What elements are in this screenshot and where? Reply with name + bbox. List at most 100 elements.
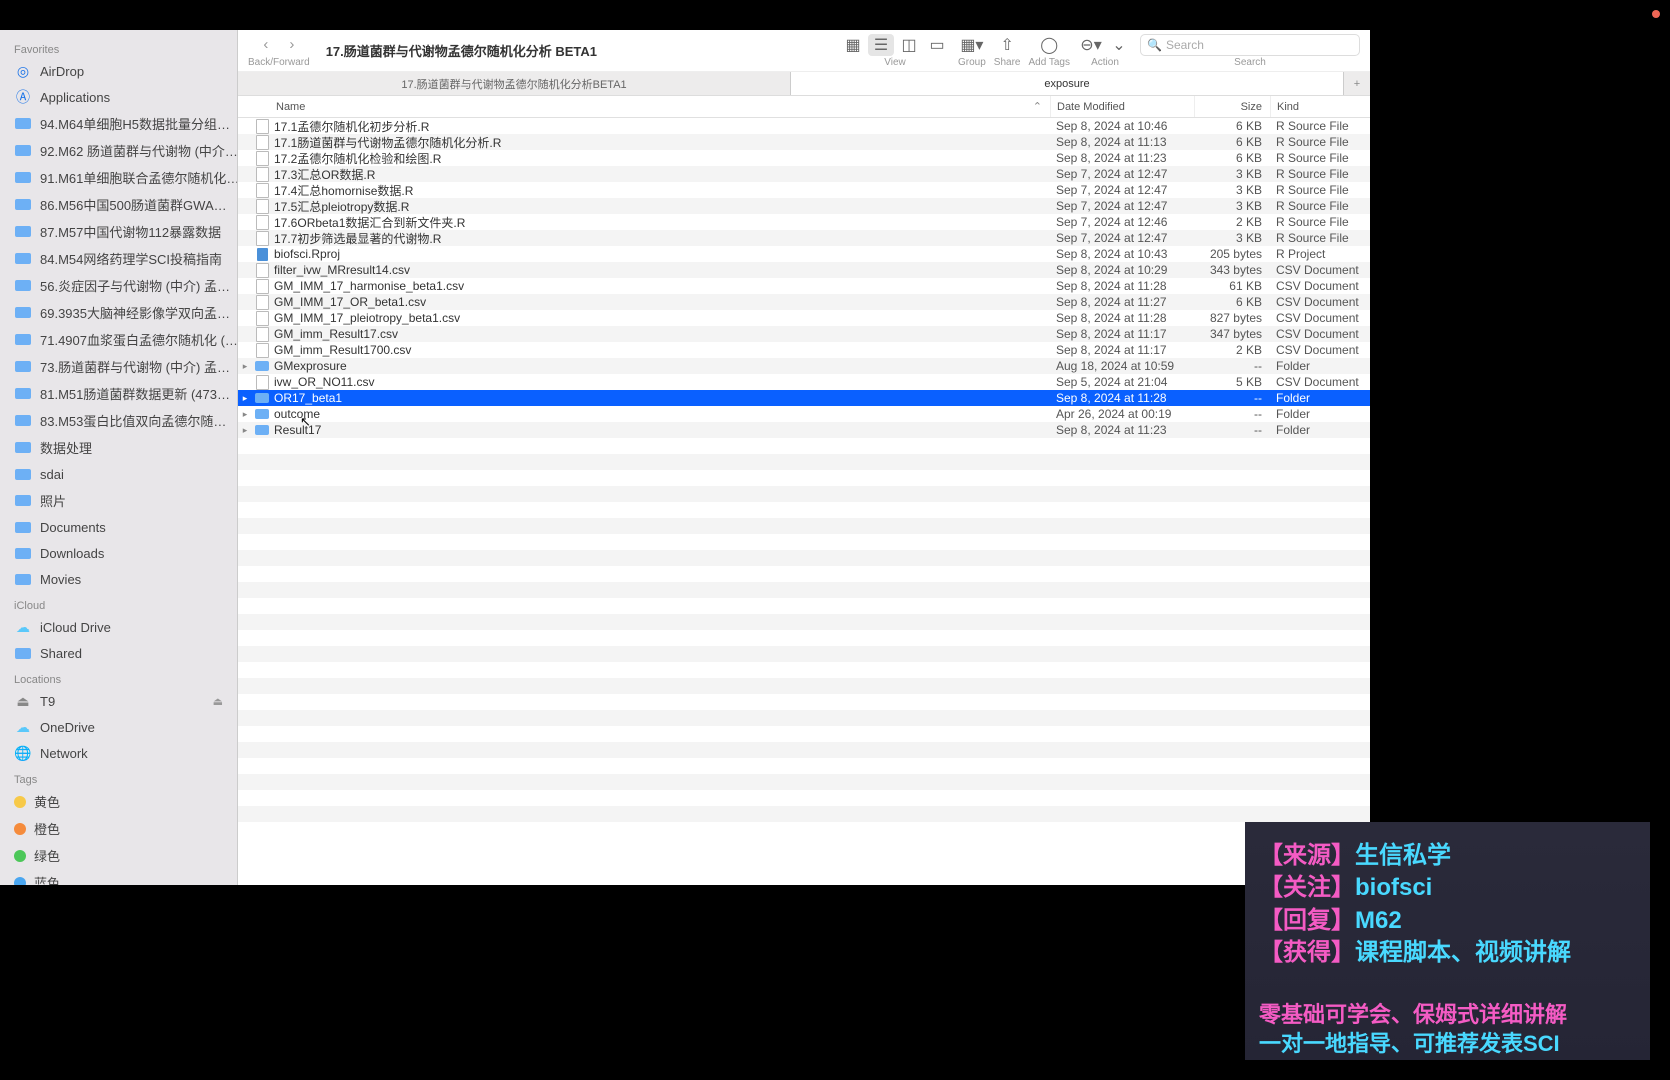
view-gallery-icon[interactable]: ▭ <box>924 34 950 56</box>
sidebar-item-label: 91.M61单细胞联合孟德尔随机化… <box>40 168 237 187</box>
file-kind: CSV Document <box>1270 263 1370 277</box>
file-row[interactable]: filter_ivw_MRresult14.csvSep 8, 2024 at … <box>238 262 1370 278</box>
folder-icon <box>14 412 32 430</box>
group-menu[interactable]: ▦▾ Group <box>958 34 986 68</box>
column-kind[interactable]: Kind <box>1270 96 1370 117</box>
column-name[interactable]: Name ⌃ <box>238 96 1050 117</box>
action-menu[interactable]: ⊖▾⌄ Action <box>1078 34 1132 68</box>
document-icon <box>254 295 270 309</box>
sidebar-item[interactable]: ☁iCloud Drive <box>0 614 237 640</box>
file-row[interactable]: 17.6ORbeta1数据汇合到新文件夹.RSep 7, 2024 at 12:… <box>238 214 1370 230</box>
sidebar-item[interactable]: 91.M61单细胞联合孟德尔随机化… <box>0 164 237 191</box>
file-row[interactable]: GM_IMM_17_harmonise_beta1.csvSep 8, 2024… <box>238 278 1370 294</box>
sidebar-item[interactable]: 🌐Network <box>0 740 237 766</box>
file-date: Aug 18, 2024 at 10:59 <box>1050 359 1194 373</box>
sidebar-item[interactable]: Documents <box>0 514 237 540</box>
sidebar-item[interactable]: 照片 <box>0 487 237 514</box>
sidebar-item[interactable]: 86.M56中国500肠道菌群GWA… <box>0 191 237 218</box>
file-row[interactable]: 17.5汇总pleiotropy数据.RSep 7, 2024 at 12:47… <box>238 198 1370 214</box>
file-kind: CSV Document <box>1270 311 1370 325</box>
file-row[interactable]: biofsci.RprojSep 8, 2024 at 10:43205 byt… <box>238 246 1370 262</box>
sidebar-item[interactable]: 94.M64单细胞H5数据批量分组… <box>0 110 237 137</box>
sidebar-item[interactable]: ☁OneDrive <box>0 714 237 740</box>
sidebar-item[interactable]: 数据处理 <box>0 434 237 461</box>
sidebar-tag[interactable]: 橙色 <box>0 815 237 842</box>
tab-left[interactable]: 17.肠道菌群与代谢物孟德尔随机化分析BETA1 <box>238 72 791 95</box>
view-list-icon[interactable]: ☰ <box>868 34 894 56</box>
file-size: -- <box>1194 359 1270 373</box>
sidebar-tag[interactable]: 黄色 <box>0 788 237 815</box>
sidebar-item[interactable]: 81.M51肠道菌群数据更新 (473… <box>0 380 237 407</box>
share-button[interactable]: ⇧ Share <box>994 34 1021 68</box>
file-row[interactable]: 17.7初步筛选最显著的代谢物.RSep 7, 2024 at 12:473 K… <box>238 230 1370 246</box>
folder-icon <box>254 391 270 405</box>
column-header: Name ⌃ Date Modified Size Kind <box>238 96 1370 118</box>
file-size: 347 bytes <box>1194 327 1270 341</box>
back-button[interactable]: ‹ <box>255 34 277 56</box>
sidebar-item[interactable]: ◎AirDrop <box>0 58 237 84</box>
empty-row <box>238 742 1370 758</box>
file-row[interactable]: 17.1孟德尔随机化初步分析.RSep 8, 2024 at 10:466 KB… <box>238 118 1370 134</box>
sidebar-item[interactable]: ⏏T9⏏ <box>0 688 237 714</box>
search-input[interactable]: 🔍 Search <box>1140 34 1360 56</box>
file-row[interactable]: GM_IMM_17_OR_beta1.csvSep 8, 2024 at 11:… <box>238 294 1370 310</box>
sidebar-item[interactable]: sdai <box>0 461 237 487</box>
empty-row <box>238 486 1370 502</box>
disclosure-icon[interactable]: ▸ <box>238 393 252 404</box>
sidebar-item[interactable]: ⒶApplications <box>0 84 237 110</box>
file-row[interactable]: ▸outcomeApr 26, 2024 at 00:19--Folder <box>238 406 1370 422</box>
sidebar-item-label: 84.M54网络药理学SCI投稿指南 <box>40 249 222 268</box>
folder-icon <box>14 115 32 133</box>
tab-right[interactable]: exposure <box>791 72 1344 95</box>
file-row[interactable]: 17.1肠道菌群与代谢物孟德尔随机化分析.RSep 8, 2024 at 11:… <box>238 134 1370 150</box>
sidebar-tag[interactable]: 绿色 <box>0 842 237 869</box>
forward-button[interactable]: › <box>281 34 303 56</box>
file-date: Sep 8, 2024 at 10:43 <box>1050 247 1194 261</box>
sidebar-item[interactable]: 56.炎症因子与代谢物 (中介) 孟… <box>0 272 237 299</box>
column-date[interactable]: Date Modified <box>1050 96 1194 117</box>
sidebar-heading-favorites: Favorites <box>0 36 237 58</box>
file-kind: R Source File <box>1270 231 1370 245</box>
view-icon-grid-icon[interactable]: ▦ <box>840 34 866 56</box>
sidebar-item[interactable]: 71.4907血浆蛋白孟德尔随机化 (… <box>0 326 237 353</box>
column-size[interactable]: Size <box>1194 96 1270 117</box>
file-row[interactable]: GM_IMM_17_pleiotropy_beta1.csvSep 8, 202… <box>238 310 1370 326</box>
eject-icon[interactable]: ⏏ <box>213 695 223 708</box>
sidebar-item[interactable]: Shared <box>0 640 237 666</box>
addtags-button[interactable]: ◯ Add Tags <box>1028 34 1070 68</box>
sidebar-item[interactable]: 92.M62 肠道菌群与代谢物 (中介… <box>0 137 237 164</box>
folder-icon <box>14 277 32 295</box>
file-row[interactable]: ▸GMexprosureAug 18, 2024 at 10:59--Folde… <box>238 358 1370 374</box>
disclosure-icon[interactable]: ▸ <box>238 361 252 372</box>
view-columns-icon[interactable]: ◫ <box>896 34 922 56</box>
file-row[interactable]: 17.4汇总homornise数据.RSep 7, 2024 at 12:473… <box>238 182 1370 198</box>
disclosure-icon[interactable]: ▸ <box>238 409 252 420</box>
sidebar-item[interactable]: 87.M57中国代谢物112暴露数据 <box>0 218 237 245</box>
file-date: Sep 8, 2024 at 11:28 <box>1050 391 1194 405</box>
sidebar-item[interactable]: 69.3935大脑神经影像学双向孟… <box>0 299 237 326</box>
empty-row <box>238 758 1370 774</box>
file-row[interactable]: GM_imm_Result17.csvSep 8, 2024 at 11:173… <box>238 326 1370 342</box>
file-row[interactable]: ivw_OR_NO11.csvSep 5, 2024 at 21:045 KBC… <box>238 374 1370 390</box>
sidebar-item[interactable]: 73.肠道菌群与代谢物 (中介) 孟… <box>0 353 237 380</box>
file-row[interactable]: ▸OR17_beta1Sep 8, 2024 at 11:28--Folder <box>238 390 1370 406</box>
folder-icon <box>14 570 32 588</box>
sidebar-item[interactable]: Movies <box>0 566 237 592</box>
sidebar-item-label: 绿色 <box>34 846 60 865</box>
sidebar-tag[interactable]: 蓝色 <box>0 869 237 885</box>
file-size: -- <box>1194 391 1270 405</box>
file-row[interactable]: 17.2孟德尔随机化检验和绘图.RSep 8, 2024 at 11:236 K… <box>238 150 1370 166</box>
file-row[interactable]: ▸Result17Sep 8, 2024 at 11:23--Folder <box>238 422 1370 438</box>
sidebar-item-label: 81.M51肠道菌群数据更新 (473… <box>40 384 230 403</box>
file-name: 17.5汇总pleiotropy数据.R <box>274 198 1050 215</box>
disclosure-icon[interactable]: ▸ <box>238 425 252 436</box>
file-date: Sep 7, 2024 at 12:47 <box>1050 231 1194 245</box>
file-row[interactable]: GM_imm_Result1700.csvSep 8, 2024 at 11:1… <box>238 342 1370 358</box>
sidebar-item[interactable]: 83.M53蛋白比值双向孟德尔随… <box>0 407 237 434</box>
add-tab-button[interactable]: + <box>1344 72 1370 95</box>
file-row[interactable]: 17.3汇总OR数据.RSep 7, 2024 at 12:473 KBR So… <box>238 166 1370 182</box>
file-kind: R Source File <box>1270 151 1370 165</box>
sidebar-item[interactable]: Downloads <box>0 540 237 566</box>
file-date: Sep 8, 2024 at 10:29 <box>1050 263 1194 277</box>
sidebar-item[interactable]: 84.M54网络药理学SCI投稿指南 <box>0 245 237 272</box>
